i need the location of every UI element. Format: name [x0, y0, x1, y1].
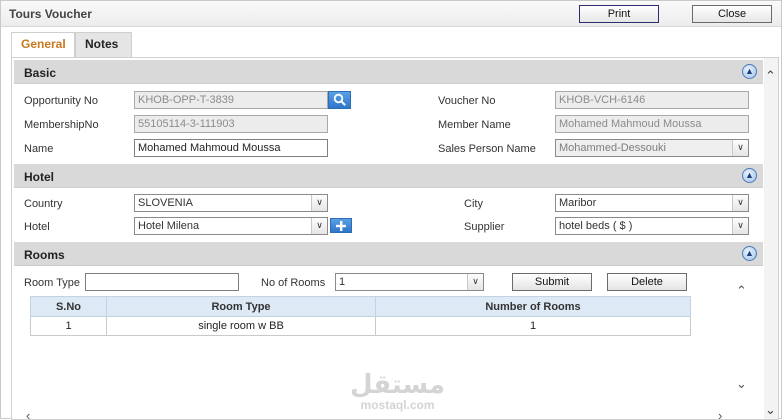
name-input[interactable]: Mohamed Mahmoud Moussa [134, 139, 328, 157]
rooms-section-header[interactable]: Rooms ▲ [14, 242, 763, 266]
search-icon [333, 93, 346, 106]
basic-section-title: Basic [24, 66, 57, 80]
supplier-value: hotel beds ( $ ) [559, 220, 633, 232]
rooms-table: S.No Room Type Number of Rooms 1 single … [30, 296, 691, 336]
table-scroll-right-icon[interactable]: › [718, 408, 722, 419]
table-scroll-down-icon[interactable]: ⌄ [736, 376, 747, 392]
plus-icon [336, 221, 346, 231]
watermark-latin: mostaql.com [360, 398, 435, 412]
collapse-basic-icon[interactable]: ▲ [742, 64, 757, 79]
scroll-down-icon[interactable]: ⌄ [765, 402, 776, 418]
scroll-up-icon[interactable]: ⌃ [765, 68, 776, 84]
table-row[interactable]: 1 single room w BB 1 [30, 316, 691, 336]
rooms-section-title: Rooms [24, 248, 65, 262]
city-value: Maribor [559, 197, 597, 209]
submit-button[interactable]: Submit [512, 273, 592, 291]
hotel-select[interactable]: Hotel Milena ∨ [134, 217, 328, 235]
member-name-label: Member Name [438, 119, 511, 131]
chevron-down-icon: ∨ [732, 218, 748, 234]
room-type-label: Room Type [24, 277, 81, 289]
table-scroll-up-icon[interactable]: ⌃ [736, 283, 747, 299]
cell-sno: 1 [30, 316, 107, 336]
hotel-value: Hotel Milena [138, 220, 200, 232]
opportunity-label: Opportunity No [24, 95, 98, 107]
column-header-sno[interactable]: S.No [30, 296, 107, 317]
country-value: SLOVENIA [138, 197, 194, 209]
country-label: Country [24, 198, 63, 210]
name-label: Name [24, 143, 54, 155]
tab-general[interactable]: General [11, 32, 75, 57]
sales-person-select[interactable]: Mohammed-Dessouki ∨ [555, 139, 749, 157]
window-title: Tours Voucher [9, 7, 92, 21]
membership-label: MembershipNo [24, 119, 99, 131]
title-bar: Tours Voucher Print Close [1, 1, 781, 27]
column-header-number-of-rooms[interactable]: Number of Rooms [375, 296, 691, 317]
hotel-label: Hotel [24, 221, 50, 233]
column-header-room-type[interactable]: Room Type [106, 296, 376, 317]
collapse-rooms-icon[interactable]: ▲ [742, 246, 757, 261]
print-button[interactable]: Print [579, 5, 659, 23]
voucher-label: Voucher No [438, 95, 496, 107]
cell-number-of-rooms: 1 [375, 316, 691, 336]
tab-notes[interactable]: Notes [75, 32, 132, 57]
supplier-label: Supplier [464, 221, 505, 233]
chevron-down-icon: ∨ [311, 195, 327, 211]
city-label: City [464, 198, 483, 210]
room-type-input[interactable] [85, 273, 239, 291]
panel-scrollbar[interactable]: ⌃ ⌄ [764, 58, 778, 419]
membership-field: 55105114-3-111903 [134, 115, 328, 133]
chevron-down-icon: ∨ [467, 274, 483, 290]
chevron-down-icon: ∨ [732, 140, 748, 156]
voucher-field: KHOB-VCH-6146 [555, 91, 749, 109]
country-select[interactable]: SLOVENIA ∨ [134, 194, 328, 212]
watermark-logo: مستقل mostaql.com [350, 370, 445, 412]
chevron-down-icon: ∨ [311, 218, 327, 234]
hotel-section-title: Hotel [24, 170, 54, 184]
tours-voucher-window: Tours Voucher Print Close General Notes … [0, 0, 782, 420]
table-header-row: S.No Room Type Number of Rooms [30, 296, 691, 317]
no-of-rooms-label: No of Rooms [261, 277, 326, 289]
basic-section-header[interactable]: Basic ▲ [14, 60, 763, 84]
supplier-select[interactable]: hotel beds ( $ ) ∨ [555, 217, 749, 235]
sales-person-value: Mohammed-Dessouki [559, 142, 666, 154]
add-hotel-button[interactable] [330, 218, 352, 233]
city-select[interactable]: Maribor ∨ [555, 194, 749, 212]
search-opportunity-button[interactable] [328, 91, 351, 109]
cell-room-type: single room w BB [106, 316, 376, 336]
watermark-arabic: مستقل [350, 369, 446, 399]
opportunity-field: KHOB-OPP-T-3839 [134, 91, 328, 109]
chevron-down-icon: ∨ [732, 195, 748, 211]
no-of-rooms-value: 1 [339, 276, 346, 288]
hotel-section-header[interactable]: Hotel ▲ [14, 164, 763, 188]
no-of-rooms-select[interactable]: 1 ∨ [335, 273, 484, 291]
member-name-field: Mohamed Mahmoud Moussa [555, 115, 749, 133]
delete-button[interactable]: Delete [607, 273, 687, 291]
close-button[interactable]: Close [692, 5, 772, 23]
table-scroll-left-icon[interactable]: ‹ [26, 408, 30, 419]
collapse-hotel-icon[interactable]: ▲ [742, 168, 757, 183]
sales-person-label: Sales Person Name [438, 143, 536, 155]
general-panel: Basic ▲ Opportunity No KHOB-OPP-T-3839 V… [11, 57, 779, 420]
